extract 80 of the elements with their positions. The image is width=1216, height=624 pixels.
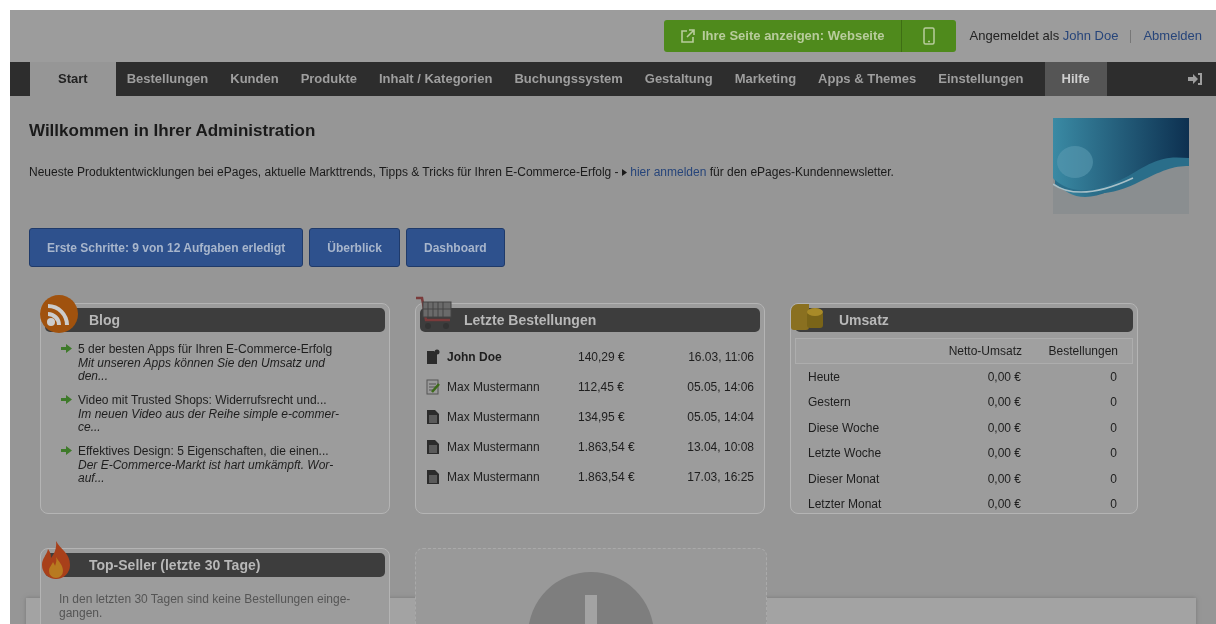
order-amount: 134,95 € [578, 409, 626, 426]
revenue-value: 0,00 € [986, 445, 1021, 463]
document-icon [426, 439, 440, 455]
nav-tab[interactable]: Produkte [289, 62, 368, 96]
period-label: Heute [808, 368, 842, 386]
page-title: Willkommen in Ihrer Administration [29, 120, 317, 142]
logout-link[interactable]: Abmelden [1143, 26, 1202, 46]
nav-tab[interactable]: Apps & Themes [807, 62, 928, 96]
edit-document-icon [426, 379, 440, 395]
order-date: 05.05, 14:06 [687, 379, 754, 396]
orders-count: 0 [1109, 394, 1117, 412]
phone-icon [922, 27, 935, 45]
action-button[interactable]: Dashboard [405, 228, 505, 267]
nav-tab[interactable]: Kunden [219, 62, 290, 96]
empty-message: In den letzten 30 Tagen sind keine Bestellungen einge-gangen. [58, 591, 352, 620]
order-amount: 1.863,54 € [578, 469, 636, 486]
blog-post-link[interactable]: Video mit Trusted Shops: Widerrufsrecht und... [78, 392, 358, 408]
arrow-icon [61, 344, 72, 353]
new-document-icon [426, 349, 440, 365]
period-label: Diese Woche [808, 419, 881, 437]
orders-count: 0 [1109, 470, 1117, 488]
blog-post-link[interactable]: 5 der besten Apps für Ihren E-Commerce-Erfolg [78, 341, 358, 357]
customer-name: Max Mustermann [447, 469, 541, 486]
orders-count: 0 [1109, 368, 1117, 386]
nav-tab[interactable]: Buchungssystem [503, 62, 634, 96]
order-date: 05.05, 14:04 [687, 409, 754, 426]
order-date: 16.03, 11:06 [688, 349, 754, 366]
user-link[interactable]: John Doe [1062, 28, 1119, 44]
period-label: Gestern [808, 394, 852, 412]
order-amount: 140,29 € [578, 349, 626, 366]
action-button[interactable]: Erste Schritte: 9 von 12 Aufgaben erledigt [29, 228, 304, 267]
help-tab[interactable]: Hilfe [1044, 62, 1107, 96]
period-label: Letzter Monat [808, 496, 883, 513]
orders-count: 0 [1109, 445, 1117, 463]
nav-tab[interactable]: Bestellungen [115, 62, 220, 96]
orders-count: 0 [1109, 496, 1117, 513]
login-status: Angemeldet als John Doe [969, 27, 1119, 46]
nav-tab[interactable]: Einstellungen [927, 62, 1035, 96]
revenue-value: 0,00 € [986, 394, 1021, 412]
blog-teaser: Im neuen Video aus der Reihe simple e-commer-ce... [78, 408, 341, 434]
customer-name: John Doe [447, 349, 503, 366]
orders-count: 0 [1109, 419, 1117, 437]
order-date: 17.03, 16:25 [687, 469, 754, 486]
order-amount: 112,45 € [578, 379, 625, 396]
nav-tab[interactable]: Start [30, 62, 116, 96]
customer-name: Max Mustermann [447, 409, 541, 426]
period-label: Letzte Woche [808, 445, 883, 463]
arrow-icon [61, 446, 72, 455]
blog-post-link[interactable]: Effektives Design: 5 Eigenschaften, die einen... [78, 443, 358, 459]
customer-name: Max Mustermann [447, 379, 541, 396]
blog-teaser: Mit unseren Apps können Sie den Umsatz und den... [78, 357, 327, 383]
period-label: Dieser Monat [808, 470, 881, 488]
blog-teaser: Der E-Commerce-Markt ist hart umkämpft. Wor-auf... [78, 459, 335, 485]
mobile-preview-button[interactable] [901, 20, 956, 52]
column-header: Bestellungen [1047, 343, 1118, 360]
action-button[interactable]: Überblick [309, 228, 400, 267]
document-icon [426, 409, 440, 425]
document-icon [426, 469, 440, 485]
card-header: Letzte Bestellungen [420, 308, 760, 332]
order-amount: 1.863,54 € [578, 439, 636, 456]
order-date: 13.04, 10:08 [687, 439, 754, 456]
flame-icon [39, 539, 73, 579]
newsletter-link[interactable]: hier anmelden [630, 164, 707, 179]
nav-tab[interactable]: Gestaltung [633, 62, 724, 96]
card-header: Umsatz [795, 308, 1133, 332]
newsletter-text: Neueste Produktentwicklungen bei ePages, aktuelle Markttrends, Tipps & Tricks für Ihren E-Commerce-Erfolg - hier anmelden für den ePages-Kundennewsletter. [29, 163, 894, 181]
card-header: Blog [45, 308, 385, 332]
nav-tab[interactable]: Marketing [723, 62, 808, 96]
triangle-icon [621, 168, 627, 176]
arrow-icon [61, 395, 72, 404]
customer-name: Max Mustermann [447, 439, 541, 456]
revenue-value: 0,00 € [986, 419, 1021, 437]
column-header: Netto-Umsatz [947, 343, 1022, 360]
revenue-value: 0,00 € [986, 470, 1021, 488]
rss-icon [39, 294, 79, 334]
logout-icon [1188, 73, 1202, 85]
external-link-icon [680, 28, 696, 44]
revenue-value: 0,00 € [986, 368, 1021, 386]
revenue-value: 0,00 € [986, 496, 1021, 513]
nav-tab[interactable]: Inhalt / Kategorien [368, 62, 504, 96]
